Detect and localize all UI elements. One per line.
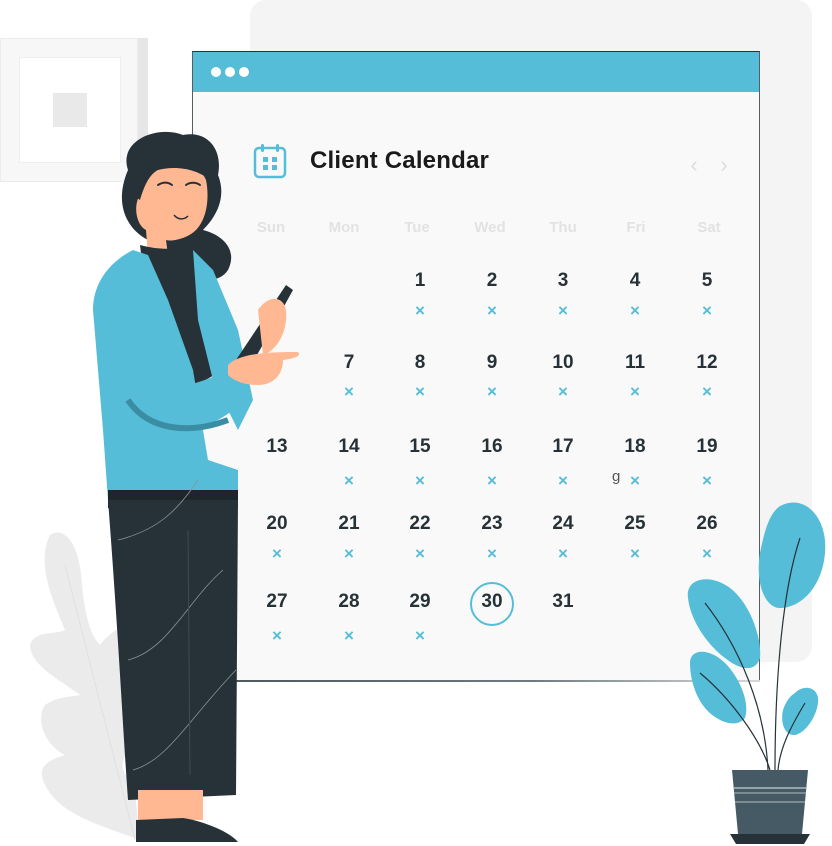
calendar-day[interactable]: 31 [538, 591, 588, 613]
weekday-mon: Mon [328, 219, 360, 236]
calendar-day[interactable]: 17 [538, 436, 588, 458]
calendar-day[interactable]: 21 [324, 513, 374, 535]
booked-mark-icon: × [558, 544, 568, 563]
booked-mark-icon: × [415, 301, 425, 320]
potted-plant-illustration [687, 502, 826, 844]
plant-leaf [758, 502, 826, 608]
calendar-title: Client Calendar [310, 147, 490, 174]
booked-mark-icon: × [344, 382, 354, 401]
window-dot-icon[interactable] [239, 67, 249, 77]
calendar-day[interactable]: 14 [324, 436, 374, 458]
calendar-day[interactable]: 22 [395, 513, 445, 535]
calendar-day[interactable]: 10 [538, 352, 588, 374]
weekday-fri: Fri [626, 219, 646, 236]
booked-mark-icon: × [415, 544, 425, 563]
today-indicator [470, 582, 514, 626]
booked-mark-icon: × [487, 471, 497, 490]
booked-mark-icon: × [702, 471, 712, 490]
weekday-sat: Sat [697, 219, 721, 236]
calendar-day[interactable]: 15 [395, 436, 445, 458]
calendar-day[interactable]: 16 [467, 436, 517, 458]
trousers [108, 500, 238, 800]
window-dot-icon[interactable] [225, 67, 235, 77]
calendar-day[interactable]: 9 [467, 352, 517, 374]
calendar-day[interactable]: 7 [324, 352, 374, 374]
shoes [136, 818, 238, 842]
calendar-day[interactable]: 3 [538, 270, 588, 292]
booked-mark-icon: × [344, 626, 354, 645]
weekday-thu: Thu [549, 219, 577, 236]
booked-mark-icon: × [630, 382, 640, 401]
weekday-tue: Tue [404, 219, 430, 236]
calendar-day[interactable]: 23 [467, 513, 517, 535]
window-dot-icon[interactable] [211, 67, 221, 77]
stray-text: g [612, 468, 621, 485]
calendar-day[interactable]: 19 [682, 436, 732, 458]
calendar-day[interactable]: 18 [610, 436, 660, 458]
booked-mark-icon: × [558, 382, 568, 401]
calendar-day[interactable]: 1 [395, 270, 445, 292]
calendar-day[interactable]: 5 [682, 270, 732, 292]
booked-mark-icon: × [487, 382, 497, 401]
booked-mark-icon: × [344, 471, 354, 490]
next-month-button[interactable]: › [714, 152, 734, 178]
booked-mark-icon: × [630, 471, 640, 490]
calendar-day[interactable]: 29 [395, 591, 445, 613]
booked-mark-icon: × [415, 626, 425, 645]
calendar-day[interactable]: 4 [610, 270, 660, 292]
booked-mark-icon: × [487, 544, 497, 563]
plant-saucer [730, 834, 810, 844]
calendar-day[interactable]: 12 [682, 352, 732, 374]
weekday-wed: Wed [474, 219, 506, 236]
calendar-day[interactable]: 8 [395, 352, 445, 374]
window-titlebar [193, 52, 759, 92]
prev-month-button[interactable]: ‹ [684, 152, 704, 178]
booked-mark-icon: × [415, 382, 425, 401]
booked-mark-icon: × [630, 544, 640, 563]
booked-mark-icon: × [702, 382, 712, 401]
booked-mark-icon: × [630, 301, 640, 320]
booked-mark-icon: × [702, 301, 712, 320]
calendar-day[interactable]: 28 [324, 591, 374, 613]
woman-illustration [93, 131, 300, 842]
booked-mark-icon: × [487, 301, 497, 320]
booked-mark-icon: × [344, 544, 354, 563]
calendar-day[interactable]: 24 [538, 513, 588, 535]
booked-mark-icon: × [558, 471, 568, 490]
booked-mark-icon: × [415, 471, 425, 490]
booked-mark-icon: × [558, 301, 568, 320]
calendar-day[interactable]: 2 [467, 270, 517, 292]
calendar-day[interactable]: 11 [610, 352, 660, 374]
calendar-day[interactable]: 25 [610, 513, 660, 535]
wall-frame-picture [53, 93, 87, 127]
